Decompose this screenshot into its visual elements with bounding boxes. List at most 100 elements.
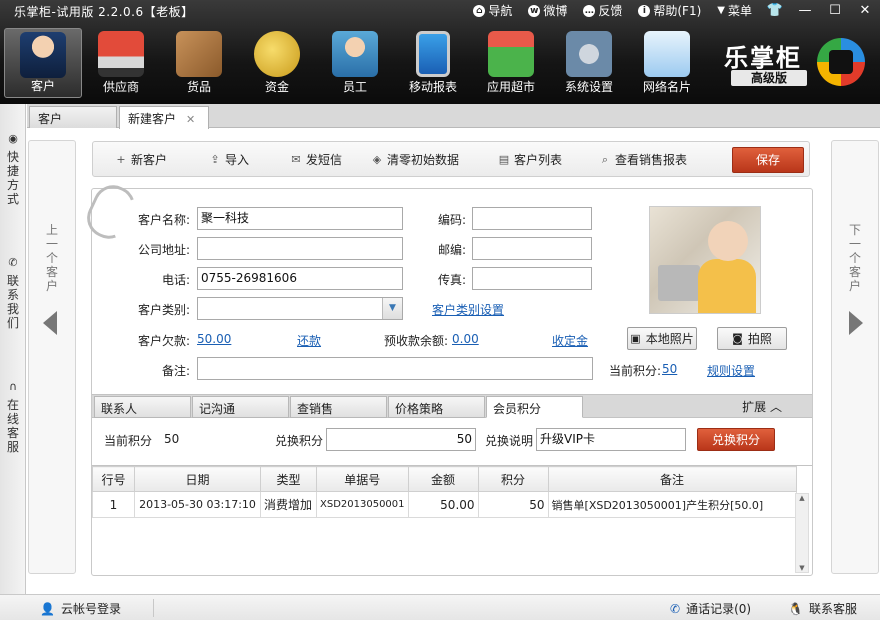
exchange-points-button[interactable]: 兑换积分	[697, 428, 775, 451]
scroll-down-icon[interactable]: ▼	[796, 564, 808, 572]
toolbar-mobile-report[interactable]: 移动报表	[394, 28, 472, 98]
save-button[interactable]: 保存	[732, 147, 804, 173]
col-row-no: 行号	[92, 466, 135, 492]
skin-icon[interactable]: 👕	[760, 0, 790, 22]
local-photo-button[interactable]: ▣ 本地照片	[627, 327, 697, 350]
sidebar-contact-us[interactable]: ✆ 联系我们	[0, 256, 26, 330]
notes-field[interactable]	[197, 357, 593, 380]
sales-report-button[interactable]: ⌕ 查看销售报表	[599, 151, 687, 168]
image-icon: ▣	[630, 332, 641, 345]
fax-field[interactable]	[472, 267, 592, 290]
sidebar-shortcuts[interactable]: ◉ 快捷方式	[0, 132, 26, 206]
table-row[interactable]: 1 2013-05-30 03:17:10 消费增加 XSD2013050001…	[92, 491, 797, 518]
points-grid: 行号 日期 类型 单据号 金额 积分 备注 1 2013-05-30 03:17…	[92, 465, 812, 575]
subtab-price-strategy[interactable]: 价格策略	[388, 396, 485, 418]
name-field[interactable]: 聚一科技	[197, 207, 403, 230]
collect-deposit-link[interactable]: 收定金	[552, 332, 588, 349]
subtab-contacts[interactable]: 联系人	[94, 396, 191, 418]
next-customer-panel[interactable]: 下一个客户	[831, 140, 879, 574]
subtab-member-points[interactable]: 会员积分	[486, 396, 583, 418]
toolbar-funds[interactable]: 资金	[238, 28, 316, 98]
clear-initial-data-button[interactable]: ◈ 清零初始数据	[371, 151, 459, 168]
toolbar-employee[interactable]: 员工	[316, 28, 394, 98]
category-select[interactable]: ▼	[197, 297, 403, 320]
app-title: 乐掌柜-试用版 2.2.0.6【老板】	[14, 5, 194, 19]
address-label: 公司地址:	[137, 243, 190, 257]
tag-icon: ◈	[372, 152, 382, 166]
app-window: 乐掌柜-试用版 2.2.0.6【老板】 ⌂ 导航 w 微博 … 反馈 i 帮助(F1) …	[0, 0, 880, 620]
weibo-icon: w	[528, 4, 541, 17]
phone-field[interactable]: 0755-26981606	[197, 267, 403, 290]
send-sms-button[interactable]: ✉ 发短信	[290, 151, 342, 168]
tab-customer[interactable]: 客户	[29, 106, 117, 128]
toolbar-goods[interactable]: 货品	[160, 28, 238, 98]
take-photo-button[interactable]: ◙ 拍照	[717, 327, 787, 350]
menu-icon: ▼	[717, 5, 725, 16]
chevron-up-icon: ︿	[769, 400, 782, 414]
sidebar-contact-label: 联系我们	[6, 274, 19, 330]
code-field[interactable]	[472, 207, 592, 230]
minimize-button[interactable]: —	[790, 0, 820, 22]
new-customer-button[interactable]: + 新客户	[115, 151, 167, 168]
maximize-button[interactable]: ☐	[820, 0, 850, 22]
exchange-points-field[interactable]: 50	[326, 428, 476, 451]
prepaid-label: 预收款余额:	[383, 334, 448, 348]
import-button[interactable]: ⇪ 导入	[209, 151, 249, 168]
contact-service-button[interactable]: 🐧 联系客服	[788, 600, 857, 617]
scroll-up-icon[interactable]: ▲	[796, 494, 808, 502]
toolbar-app-market[interactable]: 应用超市	[472, 28, 550, 98]
search-icon: ⌕	[601, 152, 609, 166]
current-points-value: 50	[164, 432, 180, 446]
settings-gear-icon	[566, 31, 612, 77]
prev-customer-panel[interactable]: 上一个客户	[28, 140, 76, 574]
arrow-left-icon	[43, 311, 57, 335]
prev-customer-label: 上一个客户	[45, 223, 58, 293]
repay-link[interactable]: 还款	[297, 332, 321, 349]
call-log-button[interactable]: ✆ 通话记录(0)	[670, 600, 751, 617]
subtab-sales[interactable]: 查销售	[290, 396, 387, 418]
points-value[interactable]: 50	[662, 362, 677, 376]
home-icon: ⌂	[473, 4, 486, 17]
top-menu-feedback[interactable]: … 反馈	[583, 2, 622, 19]
code-label: 编码:	[437, 213, 466, 227]
sidebar-online-service[interactable]: ∩ 在线客服	[0, 380, 26, 454]
toolbar-customer[interactable]: 客户	[4, 28, 82, 98]
prepaid-value[interactable]: 0.00	[452, 332, 479, 346]
detail-tabs: 联系人 记沟通 查销售 价格策略 会员积分 扩展 ︿	[92, 394, 812, 418]
list-icon: ▤	[498, 152, 510, 166]
exchange-desc-field[interactable]: 升级VIP卡	[536, 428, 686, 451]
points-table: 行号 日期 类型 单据号 金额 积分 备注 1 2013-05-30 03:17…	[92, 466, 797, 518]
close-button[interactable]: ✕	[850, 0, 880, 22]
customer-icon	[20, 32, 66, 78]
user-icon: 👤	[40, 601, 55, 616]
toolbar-settings[interactable]: 系统设置	[550, 28, 628, 98]
col-amount: 金额	[407, 466, 479, 492]
top-menu-help[interactable]: i 帮助(F1)	[638, 2, 701, 19]
toolbar-supplier[interactable]: 供应商	[82, 28, 160, 98]
zip-field[interactable]	[472, 237, 592, 260]
plus-icon: +	[116, 152, 126, 166]
help-icon: i	[638, 4, 651, 17]
status-bar: 👤 云帐号登录 ✆ 通话记录(0) 🐧 联系客服	[0, 594, 880, 620]
expand-toggle[interactable]: 扩展 ︿	[742, 398, 782, 415]
subtab-communication[interactable]: 记沟通	[192, 396, 289, 418]
supplier-bus-icon	[98, 31, 144, 77]
top-menu-nav[interactable]: ⌂ 导航	[473, 2, 512, 19]
import-icon: ⇪	[210, 152, 220, 166]
close-tab-icon[interactable]: ✕	[186, 113, 195, 126]
cloud-login-button[interactable]: 👤 云帐号登录	[40, 600, 121, 617]
table-scrollbar[interactable]: ▲ ▼	[795, 493, 809, 573]
address-field[interactable]	[197, 237, 403, 260]
top-menu-menu[interactable]: ▼ 菜单	[717, 2, 752, 19]
top-menu-weibo[interactable]: w 微博	[528, 2, 567, 19]
dropdown-arrow-icon[interactable]: ▼	[382, 298, 402, 319]
category-settings-link[interactable]: 客户类别设置	[432, 301, 504, 318]
exchange-points-label: 兑换积分	[275, 434, 324, 448]
next-customer-label: 下一个客户	[848, 223, 861, 293]
debt-value[interactable]: 50.00	[197, 332, 231, 346]
shortcut-icon: ◉	[8, 132, 18, 145]
rules-settings-link[interactable]: 规则设置	[707, 362, 755, 379]
customer-list-button[interactable]: ▤ 客户列表	[498, 151, 562, 168]
tab-new-customer[interactable]: 新建客户 ✕	[119, 106, 209, 129]
toolbar-business-card[interactable]: 网络名片	[628, 28, 706, 98]
